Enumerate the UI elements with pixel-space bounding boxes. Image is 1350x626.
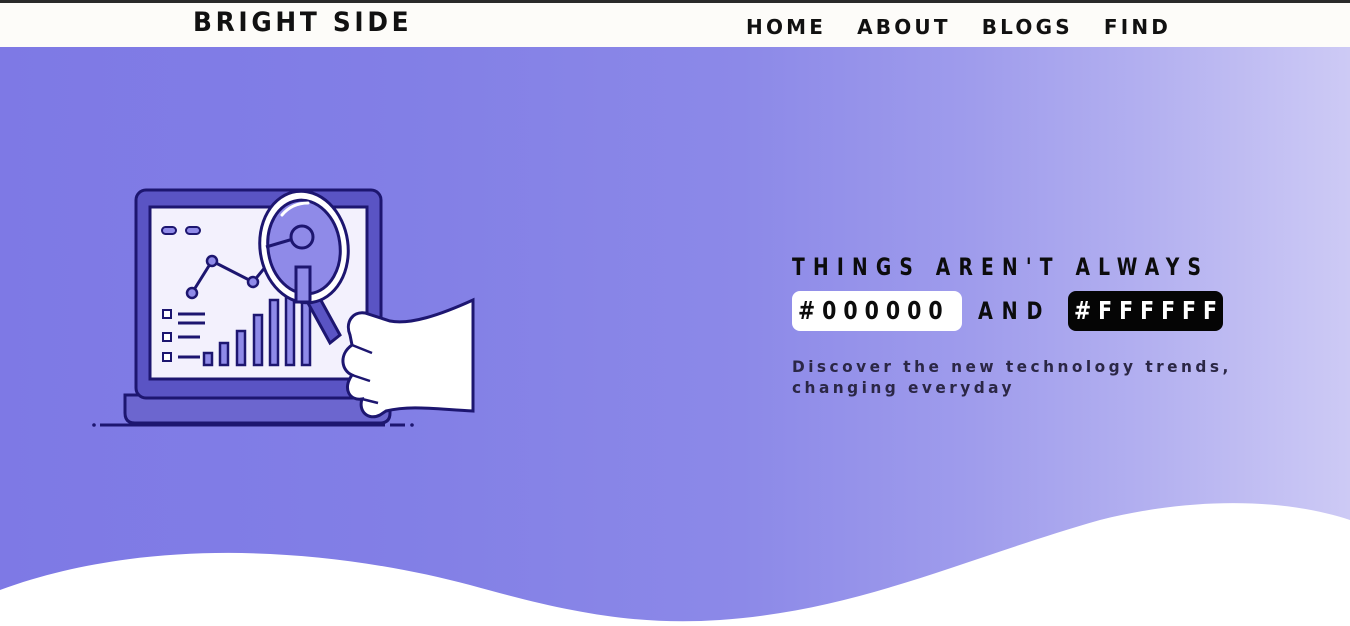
headline-line-1: THINGS AREN'T ALWAYS [792, 253, 1210, 281]
hero-headline: THINGS AREN'T ALWAYS #000000 AND #FFFFFF [792, 252, 1327, 331]
black-hex-chip: #000000 [792, 291, 962, 331]
page: BRIGHT SIDE HOME ABOUT BLOGS FIND THINGS… [0, 0, 1350, 626]
and-word: AND [978, 297, 1052, 325]
hero-subtitle: Discover the new technology trends, chan… [792, 356, 1291, 398]
subtitle-line-2: changing everyday [792, 378, 1015, 397]
subtitle-line-1: Discover the new technology trends, [792, 357, 1232, 376]
white-hex-chip: #FFFFFF [1068, 291, 1223, 331]
laptop-magnifier-analytics-icon [92, 188, 475, 427]
black-hex-text: #000000 [798, 296, 950, 325]
headline-line-2: #000000 AND #FFFFFF [792, 291, 1232, 331]
white-hex-text: #FFFFFF [1074, 296, 1224, 325]
